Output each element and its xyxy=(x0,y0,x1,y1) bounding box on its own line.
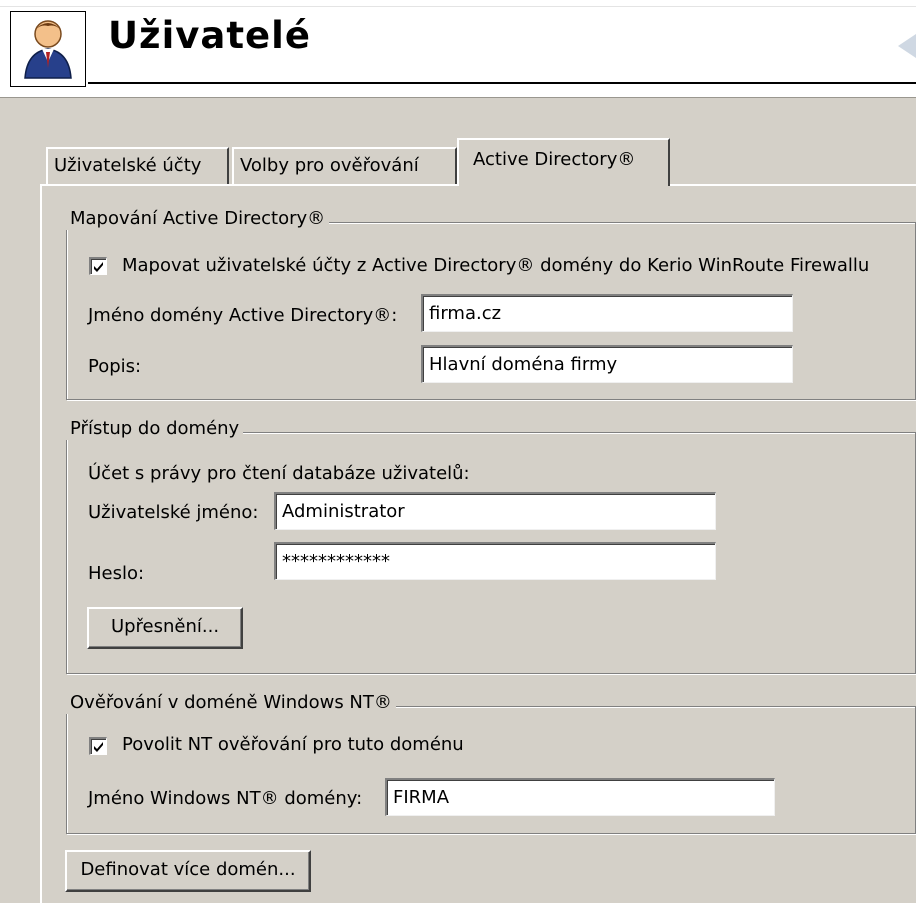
users-icon xyxy=(10,11,86,87)
map-accounts-checkbox[interactable] xyxy=(89,257,107,275)
username-label: Uživatelské jméno: xyxy=(88,502,259,523)
password-input[interactable]: ************ xyxy=(274,542,716,580)
header-divider xyxy=(0,6,916,7)
username-input[interactable]: Administrator xyxy=(274,492,716,530)
description-input[interactable]: Hlavní doména firmy xyxy=(421,345,793,383)
page-header: Uživatelé xyxy=(0,0,916,88)
title-underline xyxy=(88,82,916,84)
checkmark-icon xyxy=(94,742,103,752)
tab-auth-options[interactable]: Volby pro ověřování xyxy=(232,147,457,185)
nt-auth-legend: Ověřování v doméně Windows NT® xyxy=(66,692,396,714)
description-label: Popis: xyxy=(88,356,142,377)
ad-domain-input[interactable]: firma.cz xyxy=(421,294,793,332)
back-arrow-icon[interactable] xyxy=(898,34,916,58)
define-more-domains-button[interactable]: Definovat více domén... xyxy=(65,850,311,892)
ad-mapping-legend: Mapování Active Directory® xyxy=(66,208,330,230)
nt-domain-input[interactable]: FIRMA xyxy=(385,778,775,816)
nt-domain-label: Jméno Windows NT® domény: xyxy=(88,788,363,809)
nt-auth-label: Povolit NT ověřování pro tuto doménu xyxy=(122,734,464,755)
tab-active-directory[interactable]: Active Directory® xyxy=(457,138,670,186)
checkmark-icon xyxy=(94,262,103,272)
map-accounts-label: Mapovat uživatelské účty z Active Direct… xyxy=(122,255,870,276)
domain-access-legend: Přístup do domény xyxy=(66,418,244,440)
page-title: Uživatelé xyxy=(108,14,311,57)
nt-auth-checkbox[interactable] xyxy=(89,737,107,755)
ad-domain-label: Jméno domény Active Directory®: xyxy=(88,305,398,326)
tab-user-accounts[interactable]: Uživatelské účty xyxy=(46,147,229,185)
password-label: Heslo: xyxy=(88,563,145,584)
account-info-label: Účet s právy pro čtení databáze uživatel… xyxy=(88,463,470,484)
advanced-button[interactable]: Upřesnění... xyxy=(87,607,243,649)
